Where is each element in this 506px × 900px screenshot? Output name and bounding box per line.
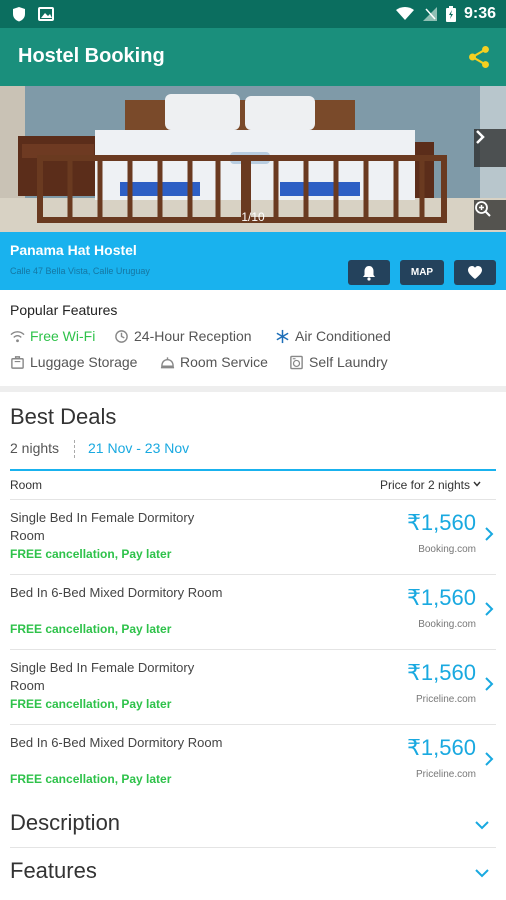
clock-icon <box>115 329 128 343</box>
app-bar: Hostel Booking <box>0 28 506 86</box>
cancellation-policy: FREE cancellation, Pay later <box>10 697 172 711</box>
deal-row[interactable]: Single Bed In Female Dormitory Room FREE… <box>10 649 496 724</box>
nights-count: 2 nights <box>10 440 60 456</box>
best-deals-section: Best Deals 2 nights 21 Nov - 23 Nov Room… <box>0 392 506 900</box>
chevron-right-icon <box>485 752 494 766</box>
booking-site: Booking.com <box>418 544 476 555</box>
hotel-info-bar: Panama Hat Hostel Calle 47 Bella Vista, … <box>0 232 506 290</box>
price-sort-dropdown[interactable]: Price for 2 nights <box>380 478 470 492</box>
chevron-down-icon[interactable] <box>472 479 482 489</box>
room-price: ₹1,560 <box>406 510 476 535</box>
photo-counter: 1/10 <box>241 210 265 224</box>
divider <box>74 440 75 458</box>
shield-icon <box>13 7 25 22</box>
battery-icon <box>445 6 456 22</box>
room-price: ₹1,560 <box>406 735 476 760</box>
chevron-right-icon <box>485 527 494 541</box>
map-button[interactable]: MAP <box>400 260 444 285</box>
alert-button[interactable] <box>348 260 390 285</box>
feature-air-conditioned: Air Conditioned <box>275 328 391 344</box>
app-title: Hostel Booking <box>18 45 165 67</box>
cancellation-policy: FREE cancellation, Pay later <box>10 772 172 786</box>
bell-icon <box>363 265 375 281</box>
feature-label: Luggage Storage <box>30 354 138 370</box>
deal-row[interactable]: Single Bed In Female Dormitory Room FREE… <box>10 499 496 574</box>
favorite-button[interactable] <box>454 260 496 285</box>
mobile-signal-icon <box>422 7 437 21</box>
feature-label: Room Service <box>180 354 268 370</box>
room-name: Bed In 6-Bed Mixed Dormitory Room <box>10 735 223 750</box>
popular-features-section: Popular Features Free Wi-Fi 24-Hour Rece… <box>0 290 506 386</box>
hostel-photo[interactable]: 1/10 <box>0 86 506 232</box>
status-bar: 9:36 <box>0 0 506 28</box>
room-price: ₹1,560 <box>406 660 476 685</box>
date-range[interactable]: 21 Nov - 23 Nov <box>88 440 189 456</box>
room-service-bell-icon <box>160 356 175 368</box>
luggage-icon <box>11 355 24 369</box>
chevron-right-icon <box>476 130 485 144</box>
washer-icon <box>290 355 303 369</box>
popular-features-title: Popular Features <box>10 302 118 318</box>
next-photo-button[interactable] <box>474 129 506 167</box>
header-divider <box>10 469 496 471</box>
features-accordion[interactable]: Features <box>10 847 496 893</box>
features-title: Features <box>10 858 97 883</box>
feature-label: Air Conditioned <box>295 328 391 344</box>
wifi-signal-icon <box>395 7 414 20</box>
image-icon <box>38 7 54 21</box>
cancellation-policy: FREE cancellation, Pay later <box>10 622 172 636</box>
hotel-name: Panama Hat Hostel <box>10 242 137 258</box>
share-icon[interactable] <box>466 44 492 70</box>
best-deals-title: Best Deals <box>10 404 117 429</box>
heart-icon <box>468 266 482 279</box>
hotel-address: Calle 47 Bella Vista, Calle Uruguay <box>10 266 150 276</box>
description-title: Description <box>10 810 121 835</box>
booking-site: Booking.com <box>418 619 476 630</box>
feature-label: 24-Hour Reception <box>134 328 252 344</box>
chevron-down-icon <box>475 869 489 878</box>
feature-label: Free Wi-Fi <box>30 328 96 344</box>
room-name: Bed In 6-Bed Mixed Dormitory Room <box>10 585 223 600</box>
snowflake-icon <box>276 329 289 343</box>
chevron-right-icon <box>485 677 494 691</box>
chevron-right-icon <box>485 602 494 616</box>
feature-self-laundry: Self Laundry <box>289 354 388 370</box>
wifi-icon <box>10 330 25 342</box>
booking-site: Priceline.com <box>415 694 476 705</box>
chevron-down-icon <box>475 821 489 830</box>
room-name: Single Bed In Female Dormitory Room <box>10 510 195 543</box>
deal-row[interactable]: Bed In 6-Bed Mixed Dormitory Room FREE c… <box>10 724 496 799</box>
feature-24-hour-reception: 24-Hour Reception <box>114 328 252 344</box>
feature-label: Self Laundry <box>309 354 388 370</box>
feature-free-wifi: Free Wi-Fi <box>10 328 95 344</box>
room-name: Single Bed In Female Dormitory Room <box>10 660 195 693</box>
deal-row[interactable]: Bed In 6-Bed Mixed Dormitory Room FREE c… <box>10 574 496 649</box>
room-column-header: Room <box>10 478 43 492</box>
clock-time: 9:36 <box>463 5 496 22</box>
feature-room-service: Room Service <box>160 354 268 370</box>
description-accordion[interactable]: Description <box>10 800 496 846</box>
feature-luggage-storage: Luggage Storage <box>10 354 137 370</box>
room-price: ₹1,560 <box>406 585 476 610</box>
cancellation-policy: FREE cancellation, Pay later <box>10 547 172 561</box>
booking-site: Priceline.com <box>415 769 476 780</box>
